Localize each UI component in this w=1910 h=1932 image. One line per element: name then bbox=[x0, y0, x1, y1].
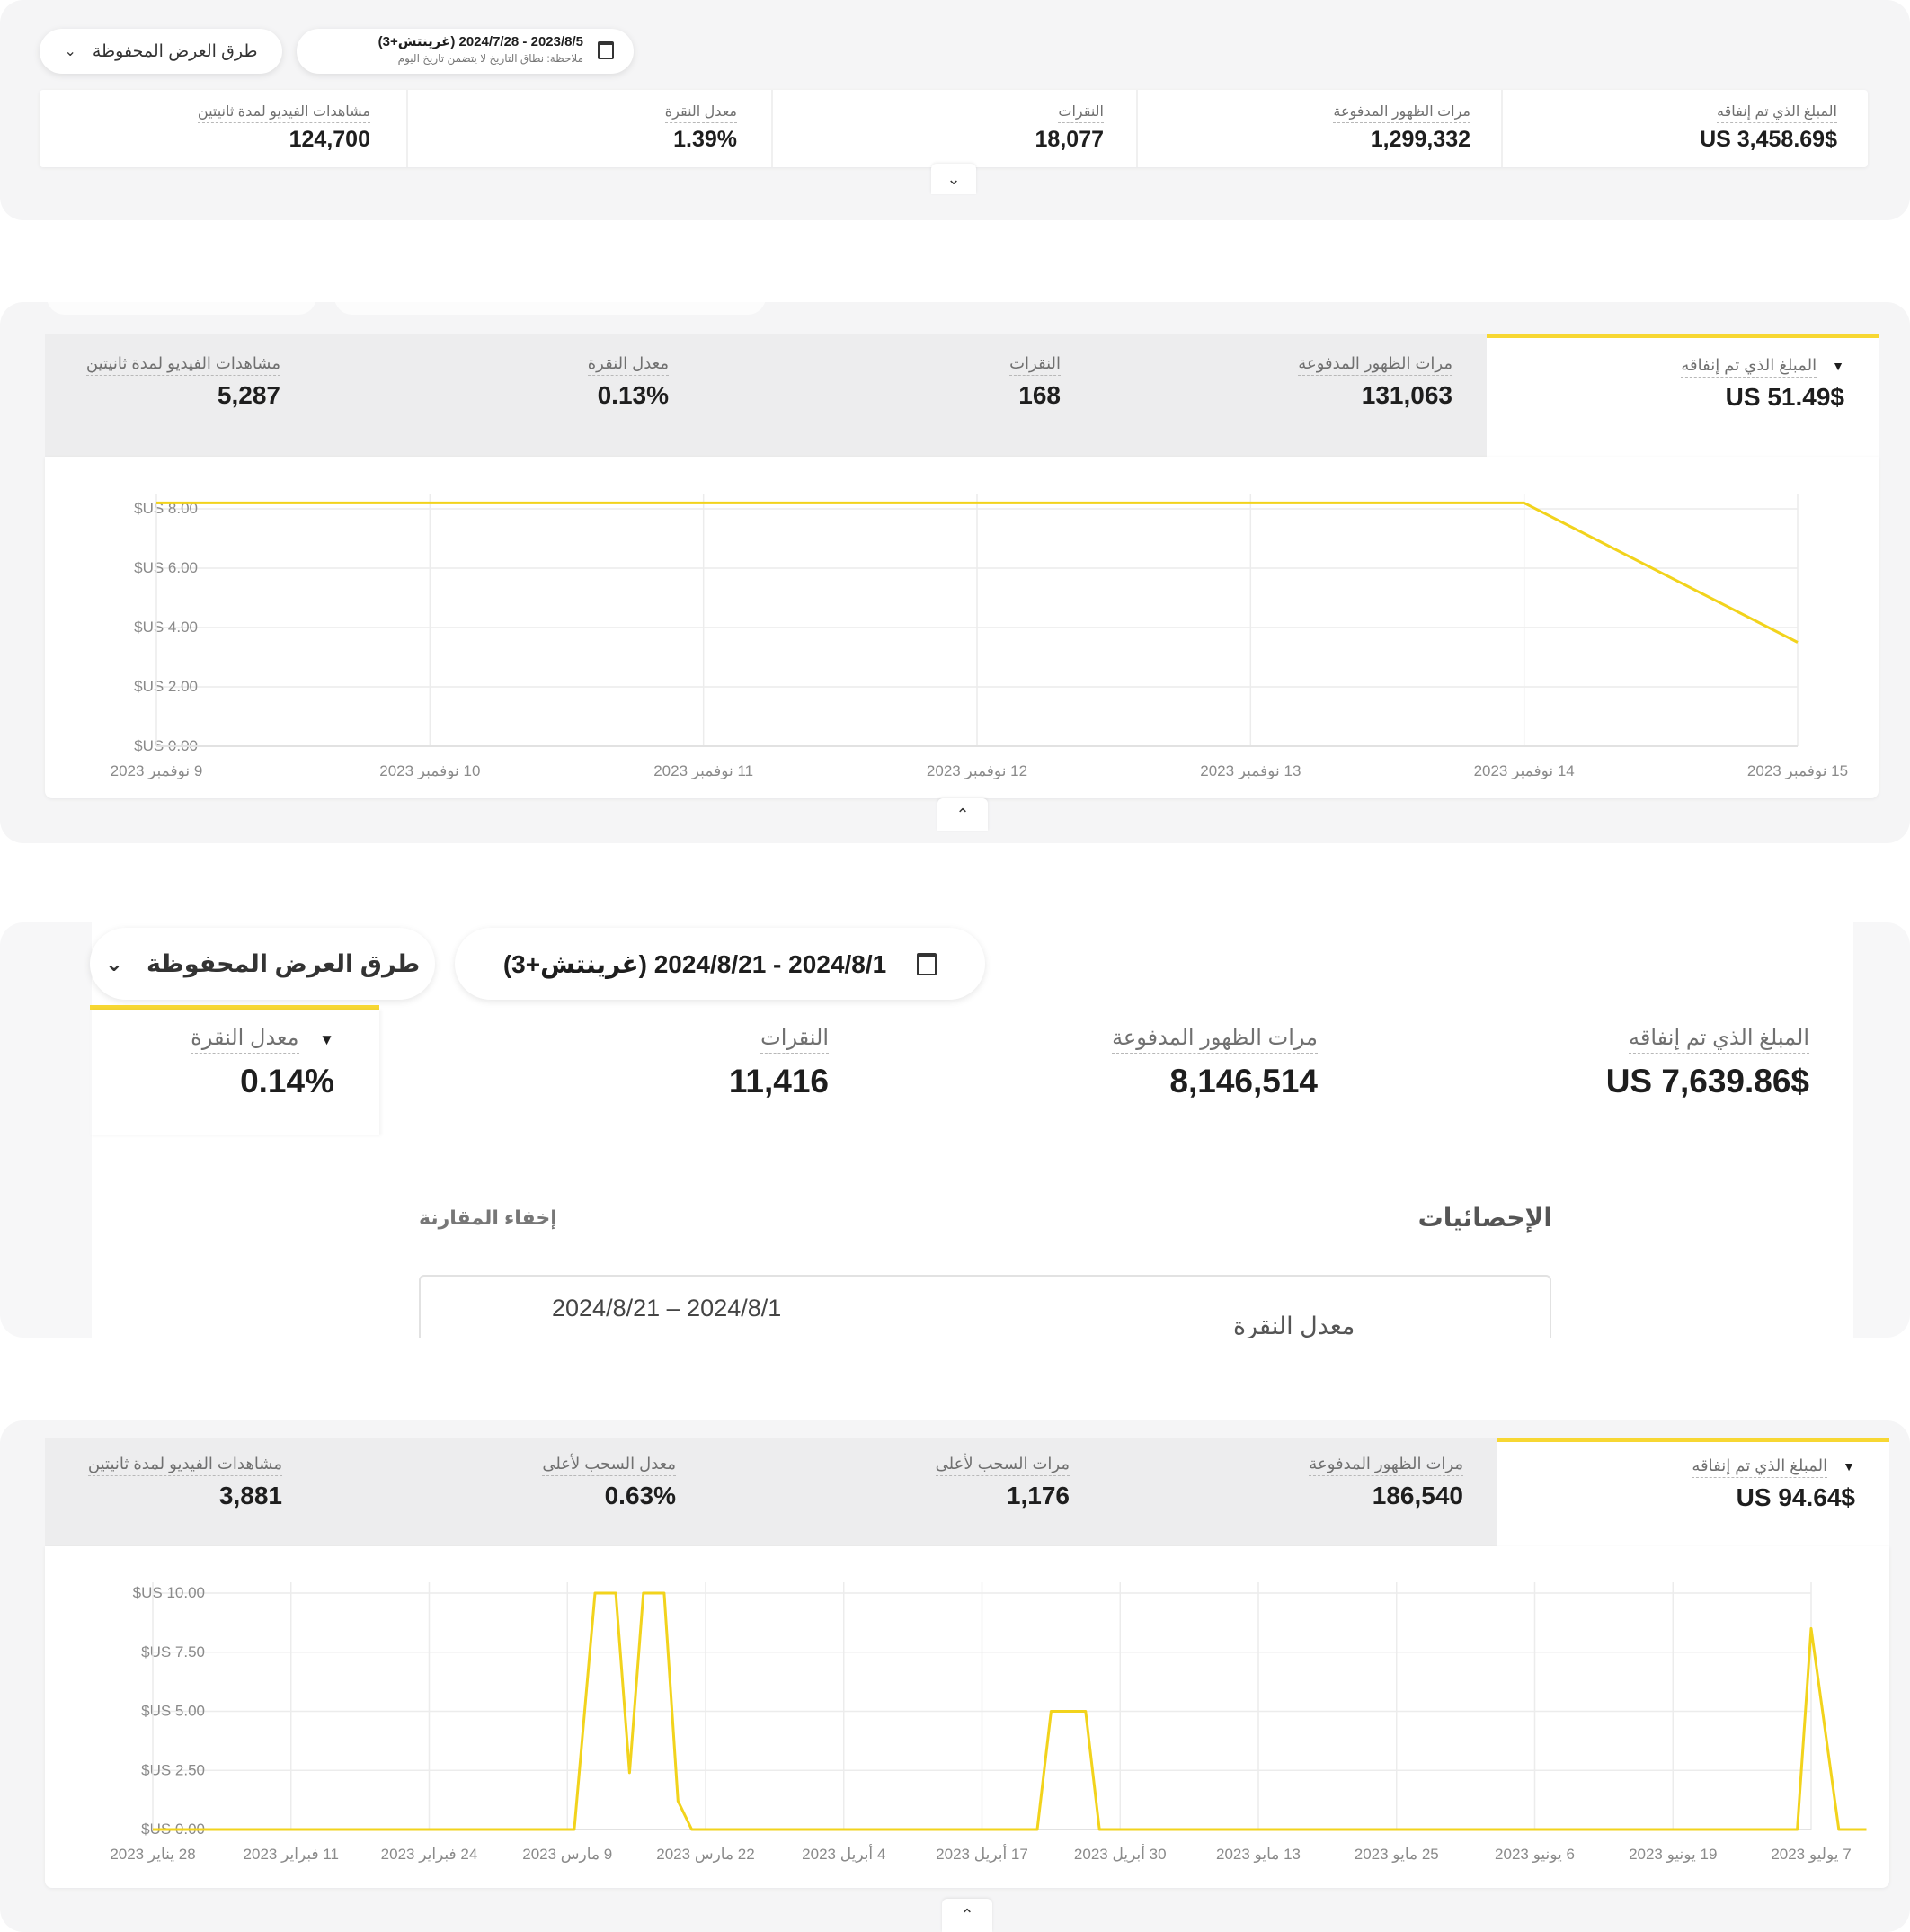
collapse-button[interactable]: ⌃ bbox=[942, 1899, 992, 1932]
metric-ctr[interactable]: معدل النقرة 1.39% bbox=[664, 102, 737, 153]
date-range-text: 2023/8/5 - 2024/7/28 (غرينتش+3) bbox=[378, 34, 583, 49]
dropdown-triangle-icon: ▼ bbox=[319, 1031, 334, 1048]
collapse-button[interactable]: ⌃ bbox=[937, 798, 988, 831]
metric-spend[interactable]: ▼ المبلغ الذي تم إنفاقه $US 94.64 bbox=[1692, 1456, 1855, 1512]
x-tick-label: 11 فبراير 2023 bbox=[244, 1846, 339, 1863]
stats-title: الإحصائيات bbox=[1417, 1204, 1552, 1232]
dropdown-triangle-icon: ▼ bbox=[1832, 359, 1844, 373]
metric-video-views[interactable]: مشاهدات الفيديو لمدة ثانيتين 124,700 bbox=[197, 102, 370, 153]
metric-paid-impressions[interactable]: مرات الظهور المدفوعة 1,299,332 bbox=[1333, 102, 1470, 153]
saved-views-dropdown[interactable]: طرق العرض المحفوظة ⌄ bbox=[90, 928, 435, 1000]
saved-views-label: طرق العرض المحفوظة bbox=[146, 949, 421, 977]
x-tick-label: 4 أبريل 2023 bbox=[802, 1844, 885, 1863]
metric-paid-impressions[interactable]: مرات الظهور المدفوعة 8,146,514 bbox=[1112, 1025, 1318, 1100]
metric-swipe-up-rate[interactable]: معدل السحب لأعلى 0.63% bbox=[542, 1455, 676, 1510]
chart-card: $US 0.00 $US 2.00 $US 4.00 $US 6.00 $US 8.00… bbox=[45, 457, 1879, 798]
hide-comparison-link[interactable]: إخفاء المقارنة bbox=[419, 1206, 557, 1230]
x-tick-label: 30 أبريل 2023 bbox=[1074, 1844, 1167, 1863]
x-tick-label: 28 يناير 2023 bbox=[110, 1846, 195, 1863]
chart-panel-2: ▼ المبلغ الذي تم إنفاقه $US 94.64 مرات ا… bbox=[0, 1420, 1910, 1932]
chevron-up-icon: ⌃ bbox=[955, 805, 970, 824]
x-tick-label: 14 نوفمبر 2023 bbox=[1474, 762, 1575, 779]
metric-spend[interactable]: المبلغ الذي تم إنفاقه $US 3,458.69 bbox=[1700, 102, 1837, 153]
y-tick-label: $US 5.00 bbox=[141, 1703, 205, 1720]
date-range-text: 2024/8/1 - 2024/8/21 (غرينتش+3) bbox=[502, 949, 887, 978]
x-tick-label: 7 يوليو 2023 bbox=[1771, 1846, 1851, 1863]
summary-panel-1: طرق العرض المحفوظة ⌄ 2023/8/5 - 2024/7/2… bbox=[0, 0, 1910, 220]
date-range-picker[interactable]: 2023/8/5 - 2024/7/28 (غرينتش+3) ملاحظة: … bbox=[297, 29, 634, 74]
y-tick-label: $US 2.50 bbox=[141, 1761, 205, 1778]
metric-video-views[interactable]: مشاهدات الفيديو لمدة ثانيتين 3,881 bbox=[87, 1455, 282, 1510]
dropdown-triangle-icon: ▼ bbox=[1843, 1459, 1855, 1473]
x-tick-label: 24 فبراير 2023 bbox=[381, 1846, 478, 1863]
spend-line-chart: $US 0.00$US 2.50$US 5.00$US 7.50$US 10.0… bbox=[110, 1582, 1867, 1863]
metric-paid-impressions[interactable]: مرات الظهور المدفوعة 131,063 bbox=[1298, 354, 1452, 410]
chevron-down-icon: ⌄ bbox=[946, 169, 961, 188]
x-tick-label: 13 نوفمبر 2023 bbox=[1200, 762, 1301, 779]
metric-ctr[interactable]: ▼ معدل النقرة 0.14% bbox=[191, 1025, 334, 1100]
x-tick-label: 25 مايو 2023 bbox=[1355, 1846, 1439, 1863]
y-tick-label: $US 10.00 bbox=[133, 1584, 205, 1601]
calendar-icon bbox=[917, 952, 937, 975]
x-tick-label: 6 يونيو 2023 bbox=[1495, 1846, 1575, 1863]
saved-views-label: طرق العرض المحفوظة bbox=[92, 41, 258, 61]
comparison-metric: معدل النقرة bbox=[1233, 1313, 1355, 1338]
date-range-picker[interactable]: 2024/8/1 - 2024/8/21 (غرينتش+3) bbox=[455, 928, 985, 1000]
y-tick-label: $US 7.50 bbox=[141, 1643, 205, 1660]
x-tick-label: 12 نوفمبر 2023 bbox=[927, 762, 1027, 779]
x-tick-label: 9 مارس 2023 bbox=[522, 1846, 612, 1863]
x-tick-label: 19 يونيو 2023 bbox=[1629, 1846, 1717, 1863]
metric-spend[interactable]: المبلغ الذي تم إنفاقه $US 7,639.86 bbox=[1606, 1025, 1809, 1100]
metric-clicks[interactable]: النقرات 168 bbox=[1009, 354, 1061, 410]
chevron-up-icon: ⌃ bbox=[960, 1906, 974, 1924]
metric-swipe-ups[interactable]: مرات السحب لأعلى 1,176 bbox=[935, 1455, 1070, 1510]
x-tick-label: 11 نوفمبر 2023 bbox=[653, 762, 753, 779]
chevron-down-icon: ⌄ bbox=[64, 44, 76, 59]
metrics-bar: المبلغ الذي تم إنفاقه $US 3,458.69 مرات … bbox=[40, 90, 1868, 167]
comparison-table: 2024/8/1 – 2024/8/21 معدل النقرة bbox=[419, 1275, 1551, 1338]
x-tick-label: 13 مايو 2023 bbox=[1216, 1846, 1301, 1863]
metric-spend[interactable]: ▼ المبلغ الذي تم إنفاقه $US 51.49 bbox=[1681, 356, 1844, 412]
chart-card: $US 0.00 $US 2.50 $US 5.00 $US 7.50 $US 10.0… bbox=[45, 1546, 1889, 1888]
spend-line-chart: $US 0.00$US 2.00$US 4.00$US 6.00$US 8.00… bbox=[111, 494, 1848, 779]
metric-clicks[interactable]: النقرات 11,416 bbox=[729, 1025, 829, 1100]
saved-views-dropdown[interactable]: طرق العرض المحفوظة ⌄ bbox=[40, 29, 282, 74]
y-tick-label: $US 2.00 bbox=[134, 678, 198, 695]
metric-clicks[interactable]: النقرات 18,077 bbox=[1035, 102, 1104, 153]
x-tick-label: 15 نوفمبر 2023 bbox=[1747, 762, 1848, 779]
x-tick-label: 22 مارس 2023 bbox=[656, 1846, 754, 1863]
metric-video-views[interactable]: مشاهدات الفيديو لمدة ثانيتين 5,287 bbox=[85, 354, 280, 410]
x-tick-label: 17 أبريل 2023 bbox=[936, 1844, 1028, 1863]
metrics-row: ▼ المبلغ الذي تم إنفاقه $US 94.64 مرات ا… bbox=[45, 1438, 1889, 1546]
metric-paid-impressions[interactable]: مرات الظهور المدفوعة 186,540 bbox=[1309, 1455, 1463, 1510]
stats-panel: طرق العرض المحفوظة ⌄ 2024/8/1 - 2024/8/2… bbox=[0, 922, 1910, 1338]
y-tick-label: $US 6.00 bbox=[134, 559, 198, 576]
date-range-note: ملاحظة: نطاق التاريخ لا يتضمن تاريخ اليو… bbox=[397, 52, 583, 65]
x-tick-label: 10 نوفمبر 2023 bbox=[379, 762, 480, 779]
metric-ctr[interactable]: معدل النقرة 0.13% bbox=[587, 354, 669, 410]
expand-button[interactable]: ⌄ bbox=[931, 164, 976, 194]
chevron-down-icon: ⌄ bbox=[104, 951, 123, 976]
comparison-date: 2024/8/1 – 2024/8/21 bbox=[552, 1295, 782, 1322]
y-tick-label: $US 4.00 bbox=[134, 619, 198, 636]
x-tick-label: 9 نوفمبر 2023 bbox=[111, 762, 203, 779]
faded-pill-left bbox=[47, 302, 316, 315]
faded-pill-mid bbox=[334, 302, 766, 315]
calendar-icon bbox=[598, 41, 614, 59]
metrics-row: ▼ المبلغ الذي تم إنفاقه $US 51.49 مرات ا… bbox=[45, 334, 1879, 457]
chart-panel-1: ▼ المبلغ الذي تم إنفاقه $US 51.49 مرات ا… bbox=[0, 302, 1910, 843]
